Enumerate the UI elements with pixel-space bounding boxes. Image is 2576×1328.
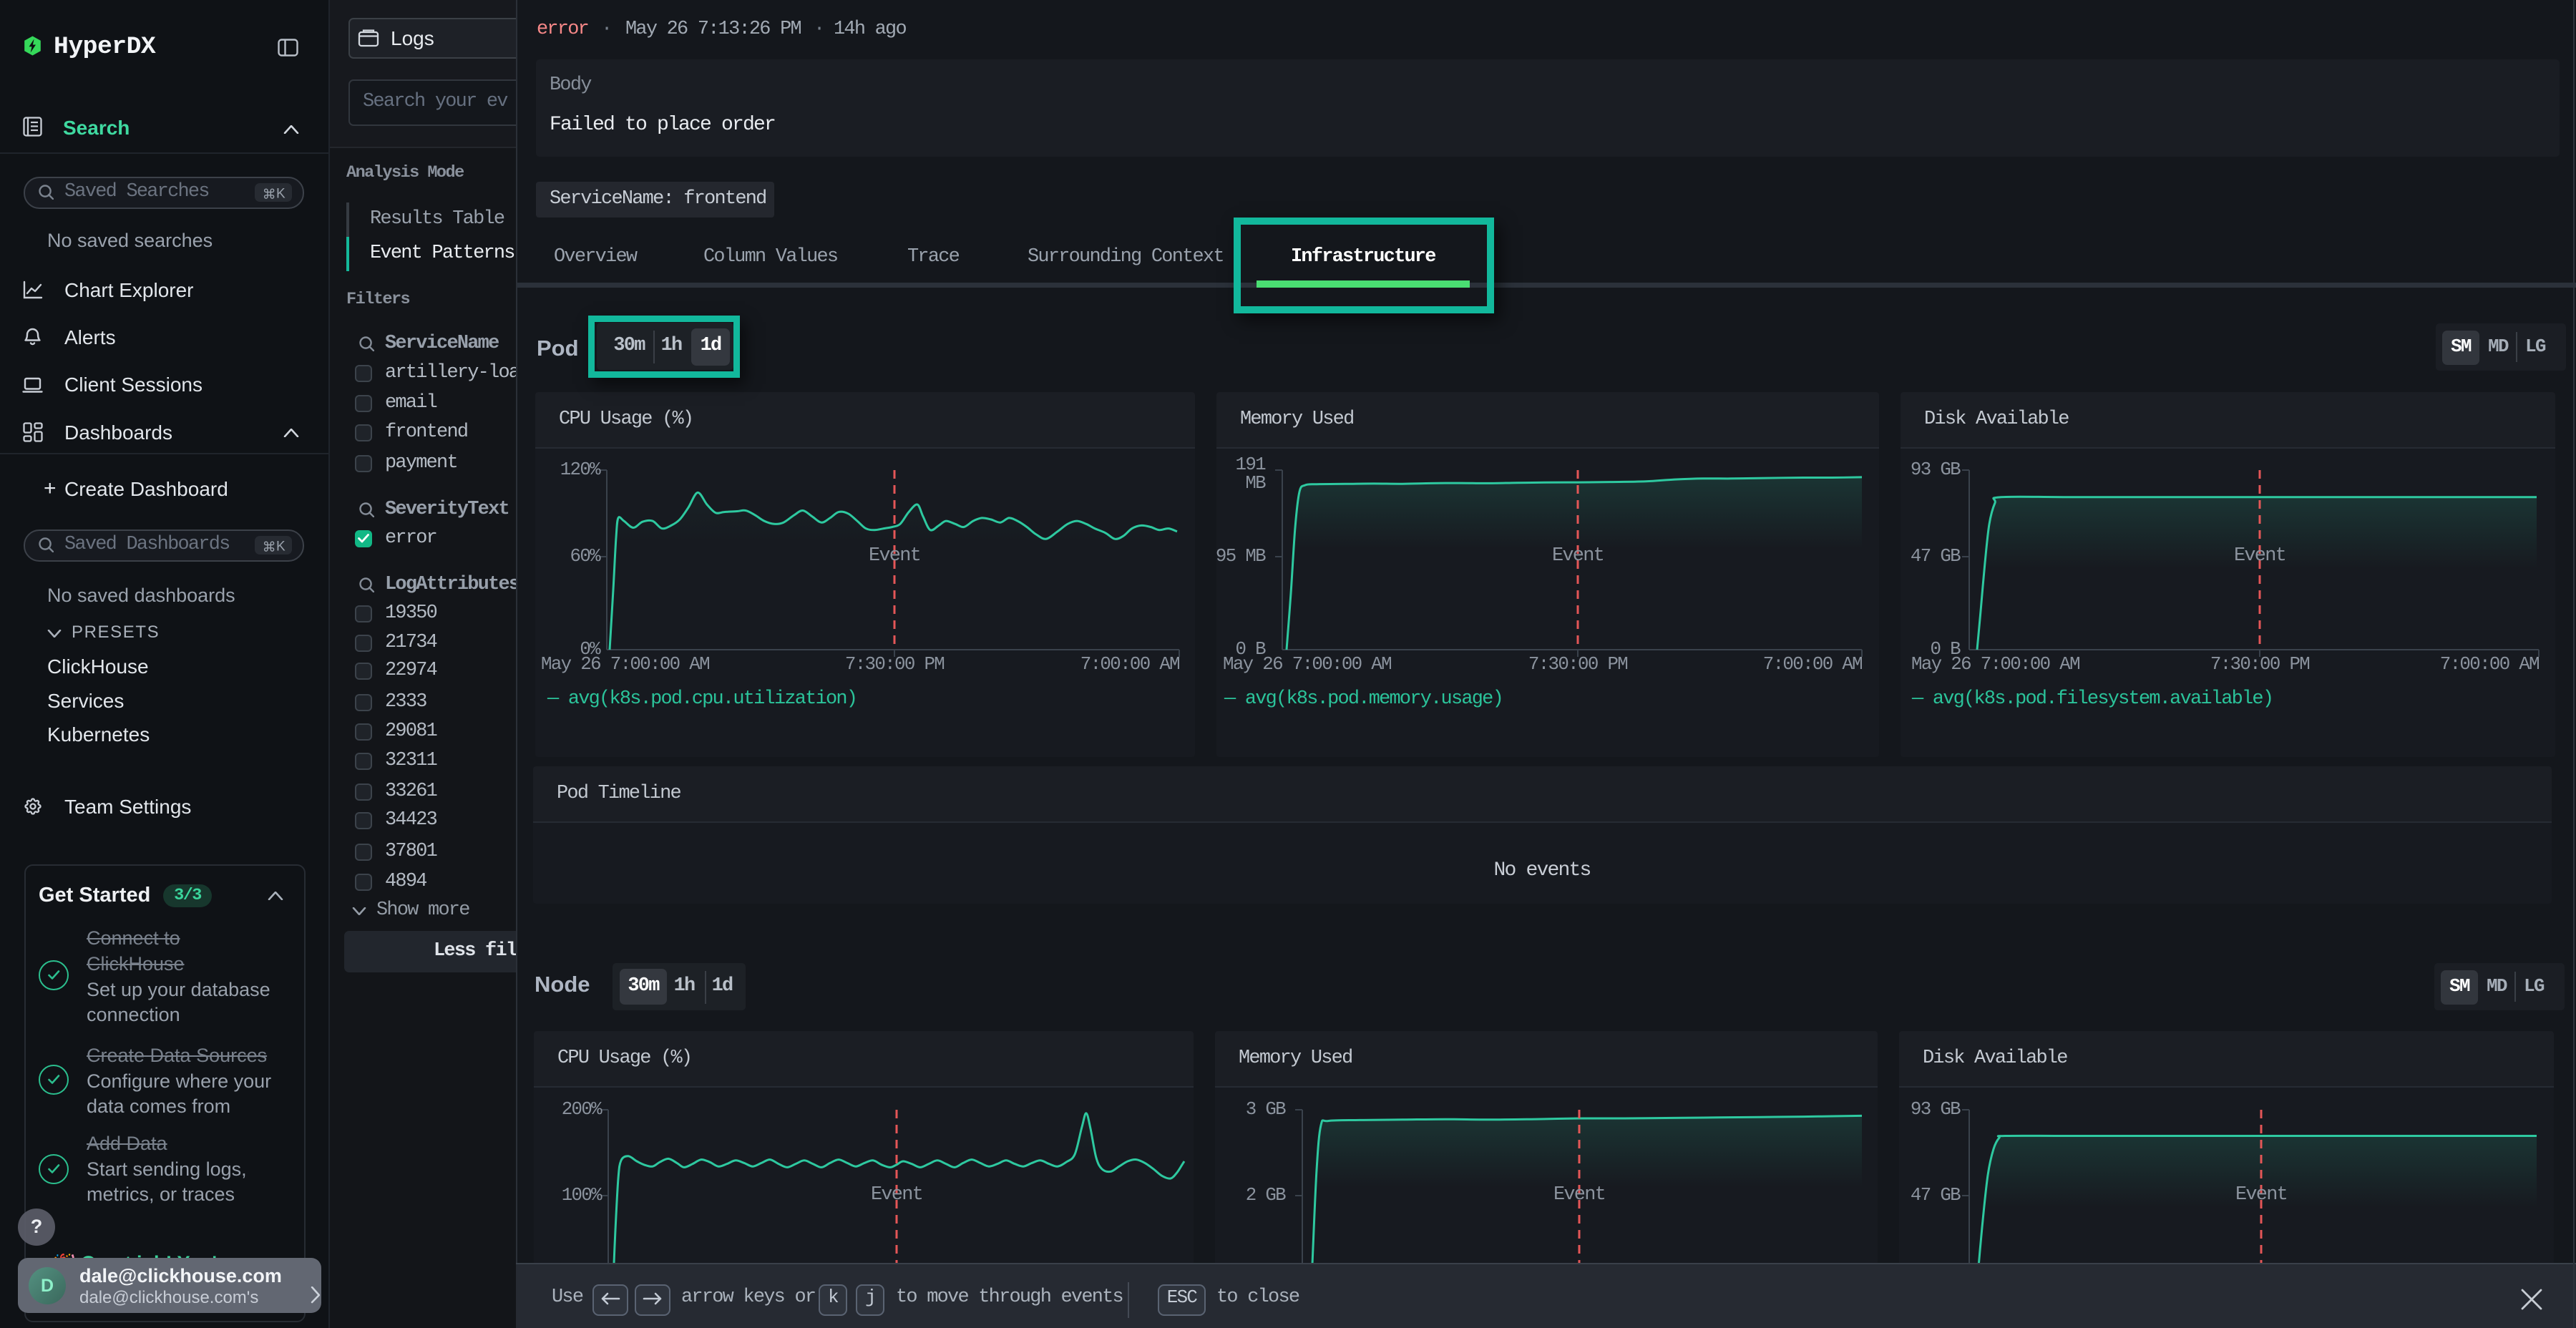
svg-text:K: K xyxy=(276,540,286,555)
svg-text:K: K xyxy=(276,187,286,202)
